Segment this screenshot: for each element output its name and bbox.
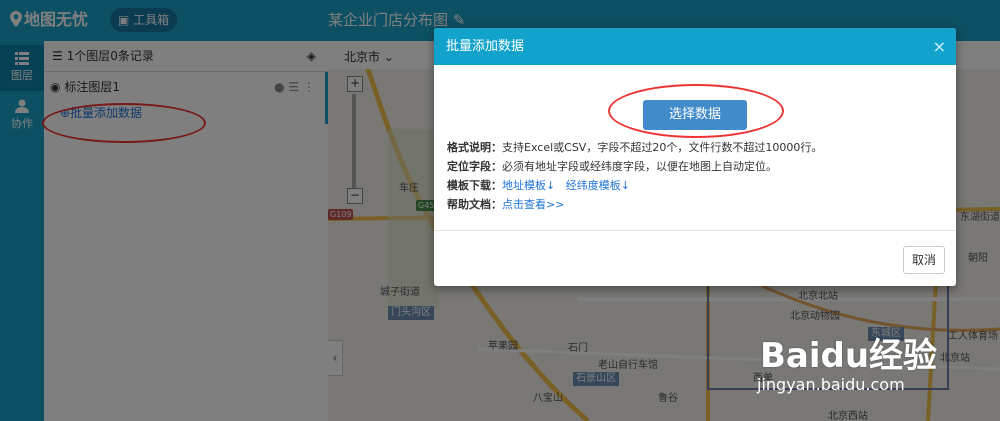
baidu-watermark: Baidu经验 [760,336,938,376]
cancel-button[interactable]: 取消 [903,246,945,274]
modal-footer-divider [434,230,956,231]
locate-label: 定位字段： [447,160,502,173]
help-info: 帮助文档：点击查看>> [447,198,564,212]
watermark-url: jingyan.baidu.com [757,375,905,394]
modal-title: 批量添加数据 [446,39,525,54]
format-text: 支持Excel或CSV，字段不超过20个，文件行数不超过10000行。 [502,141,823,154]
close-icon[interactable]: × [933,28,946,65]
template-label: 模板下载： [447,179,502,192]
template-info: 模板下载：地址模板↓ 经纬度模板↓ [447,179,630,193]
format-info: 格式说明：支持Excel或CSV，字段不超过20个，文件行数不超过10000行。 [447,141,822,155]
locate-text: 必须有地址字段或经纬度字段，以便在地图上自动定位。 [502,160,777,173]
help-link[interactable]: 点击查看>> [502,198,564,211]
locate-info: 定位字段：必须有地址字段或经纬度字段，以便在地图上自动定位。 [447,160,777,174]
format-label: 格式说明： [447,141,502,154]
help-label: 帮助文档： [447,198,502,211]
batch-add-modal: 批量添加数据 × 选择数据 格式说明：支持Excel或CSV，字段不超过20个，… [434,28,956,286]
annotation-ellipse [608,84,784,138]
latlng-template-link[interactable]: 经纬度模板↓ [566,179,630,192]
modal-header: 批量添加数据 × [434,28,956,65]
address-template-link[interactable]: 地址模板↓ [502,179,555,192]
